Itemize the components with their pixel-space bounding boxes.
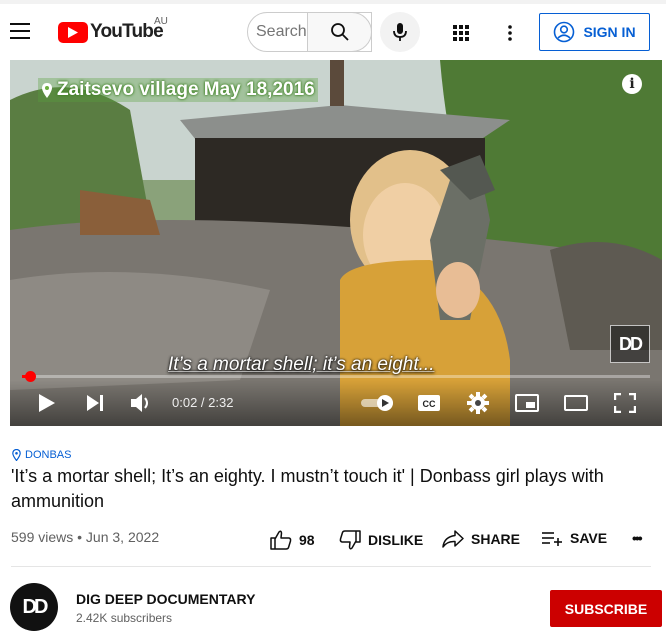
save-button[interactable]: SAVE (541, 530, 607, 546)
sign-in-label: SIGN IN (583, 24, 636, 40)
settings-icon (467, 392, 489, 414)
apps-grid-icon (453, 25, 469, 41)
time-display: 0:02 / 2:32 (172, 395, 234, 410)
fullscreen-button[interactable] (613, 392, 637, 414)
skip-next-icon (86, 395, 103, 411)
location-text: Zaitsevo village May 18,2016 (57, 79, 315, 100)
youtube-logo-icon (58, 21, 88, 43)
video-title: 'It’s a mortar shell; It’s an eighty. I … (11, 466, 604, 511)
channel-avatar[interactable]: DD (10, 583, 58, 631)
thumb-up-icon (270, 530, 292, 550)
mic-icon (393, 23, 407, 41)
captions-label: CC (423, 399, 436, 409)
hashtag-link[interactable]: DONBAS (12, 449, 71, 461)
youtube-logo[interactable]: YouTube (58, 19, 164, 45)
thumb-down-icon (339, 530, 361, 550)
more-horiz-icon: ••• (632, 530, 643, 546)
voice-search-button[interactable] (380, 12, 420, 52)
mute-button[interactable] (130, 392, 154, 414)
divider (11, 566, 651, 567)
miniplayer-button[interactable] (514, 393, 540, 413)
captions-icon: CC (418, 395, 440, 411)
save-label: SAVE (570, 530, 608, 546)
channel-name[interactable]: DIG DEEP DOCUMENTARY (76, 591, 255, 607)
play-icon (39, 394, 55, 412)
top-strip (0, 0, 666, 4)
masthead: YouTube AU Search SIGN IN (0, 0, 666, 60)
subscribe-button[interactable]: SUBSCRIBE (550, 590, 662, 627)
info-icon[interactable]: i (622, 74, 642, 94)
like-count: 98 (299, 532, 315, 548)
avatar-text: DD (22, 595, 49, 618)
captions-button[interactable]: CC (417, 393, 441, 413)
volume-icon (131, 394, 148, 412)
autoplay-toggle[interactable] (360, 394, 396, 412)
autoplay-toggle-icon (361, 395, 393, 411)
like-button[interactable]: 98 (270, 530, 315, 550)
dislike-button[interactable]: DISLIKE (339, 530, 423, 550)
apps-button[interactable] (448, 20, 474, 46)
channel-watermark[interactable]: DD (610, 325, 650, 363)
info-glyph: i (629, 76, 635, 92)
play-button[interactable] (36, 393, 58, 413)
watermark-text: DD (619, 333, 643, 354)
more-actions-button[interactable]: ••• (632, 530, 643, 546)
theater-mode-button[interactable] (563, 394, 589, 412)
dislike-label: DISLIKE (368, 532, 424, 548)
share-label: SHARE (471, 531, 521, 547)
search-placeholder: Search (256, 23, 307, 40)
save-playlist-icon (542, 532, 562, 546)
next-button[interactable] (84, 393, 106, 413)
fullscreen-icon (614, 393, 636, 413)
search-button[interactable] (307, 12, 372, 52)
region-code: AU (154, 16, 168, 27)
theater-icon (564, 395, 588, 411)
share-icon (442, 530, 464, 548)
account-circle-icon (554, 21, 575, 43)
hashtag-text: DONBAS (25, 449, 72, 461)
location-pin-icon (12, 449, 21, 461)
logo-text: YouTube (90, 21, 164, 42)
location-overlay: Zaitsevo village May 18,2016 (38, 78, 318, 102)
share-button[interactable]: SHARE (442, 530, 520, 548)
sign-in-button[interactable]: SIGN IN (539, 13, 650, 51)
search-icon (330, 23, 349, 41)
more-vert-icon (508, 25, 512, 41)
subscribe-label: SUBSCRIBE (564, 600, 648, 617)
caption-text: It’s a mortar shell; it’s an eight... (168, 354, 435, 375)
location-pin-icon (42, 82, 52, 98)
video-meta: 599 views • Jun 3, 2022 (11, 529, 160, 545)
subscriber-count: 2.42K subscribers (76, 611, 173, 625)
settings-button[interactable] (466, 391, 490, 415)
settings-menu-button[interactable] (500, 20, 520, 46)
miniplayer-icon (515, 394, 539, 412)
menu-icon[interactable] (10, 18, 36, 44)
